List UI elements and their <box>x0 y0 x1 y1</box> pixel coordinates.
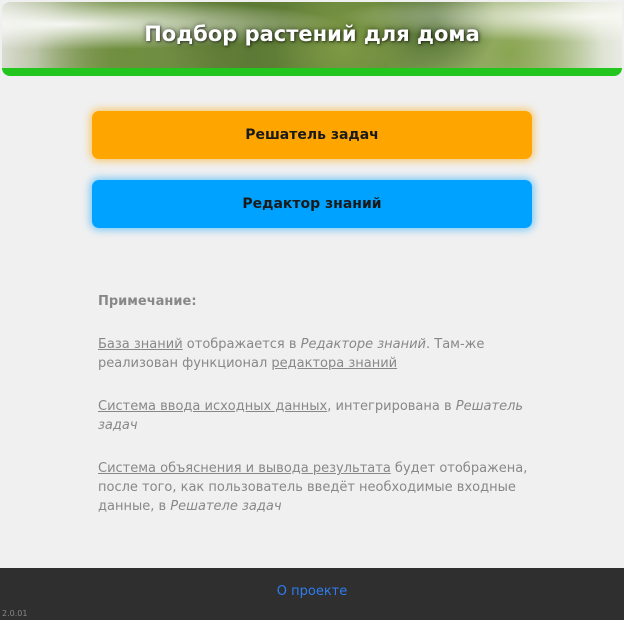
knowledge-base-link[interactable]: База знаний <box>98 337 183 352</box>
header-accent-bar <box>2 68 622 76</box>
note-italic: Редакторе знаний <box>300 337 426 352</box>
notes-title: Примечание: <box>98 294 197 309</box>
note-paragraph-input-system: Система ввода исходных данных, интегриро… <box>98 397 528 435</box>
notes-section: Примечание: База знаний отображается в Р… <box>98 292 528 540</box>
knowledge-editor-button[interactable]: Редактор знаний <box>92 180 532 228</box>
knowledge-editor-link[interactable]: редактора знаний <box>271 356 397 371</box>
explanation-system-link[interactable]: Система объяснения и вывода результата <box>98 461 391 476</box>
note-text: отображается в <box>182 337 301 352</box>
header-banner: Подбор растений для дома <box>2 2 622 76</box>
note-paragraph-knowledge-base: База знаний отображается в Редакторе зна… <box>98 335 528 373</box>
note-text: , интегрирована в <box>327 399 456 414</box>
version-label: 2.0.01 <box>2 609 28 618</box>
note-paragraph-explanation-system: Система объяснения и вывода результата б… <box>98 459 528 516</box>
note-italic: Решателе задач <box>170 499 282 514</box>
footer: О проекте <box>0 568 624 620</box>
page-title: Подбор растений для дома <box>144 22 480 46</box>
about-project-link[interactable]: О проекте <box>0 584 624 599</box>
input-system-link[interactable]: Система ввода исходных данных <box>98 399 327 414</box>
task-solver-button[interactable]: Решатель задач <box>92 111 532 159</box>
